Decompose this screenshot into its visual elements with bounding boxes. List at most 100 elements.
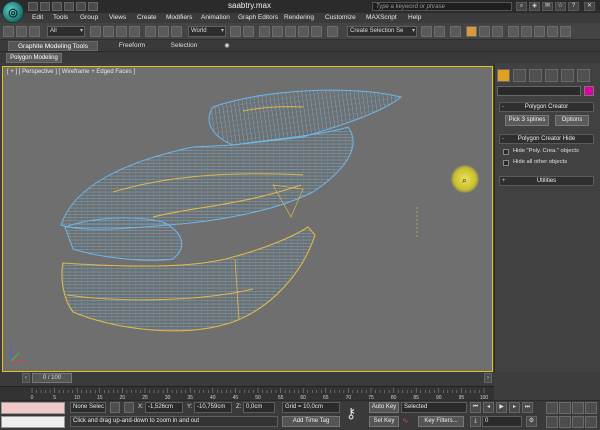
material-editor-icon[interactable] bbox=[508, 26, 519, 37]
render-setup-icon[interactable] bbox=[521, 26, 532, 37]
maxscript-listener-input[interactable] bbox=[1, 402, 65, 414]
previous-frame-icon[interactable]: ◂ bbox=[483, 402, 494, 413]
render-iterative-icon[interactable] bbox=[560, 26, 571, 37]
utilities-tab-icon[interactable] bbox=[577, 69, 590, 82]
field-of-view-icon[interactable] bbox=[546, 416, 558, 428]
open-file-icon[interactable] bbox=[40, 2, 50, 11]
menu-maxscript[interactable]: MAXScript bbox=[366, 13, 397, 23]
curve-editor-icon[interactable] bbox=[479, 26, 490, 37]
play-icon[interactable]: ▶ bbox=[496, 402, 507, 413]
modify-tab-icon[interactable] bbox=[513, 69, 526, 82]
pivot-center-icon[interactable] bbox=[230, 26, 241, 37]
menu-group[interactable]: Group bbox=[80, 13, 98, 23]
rectangular-selection-icon[interactable] bbox=[116, 26, 127, 37]
x-coordinate-field[interactable]: -1,526cm bbox=[145, 402, 183, 413]
spinner-snap-icon[interactable] bbox=[311, 26, 322, 37]
time-slider-thumb[interactable]: 0 / 100 bbox=[32, 373, 72, 383]
object-color-swatch[interactable] bbox=[584, 86, 594, 96]
reference-coordinate-dropdown[interactable]: World bbox=[188, 26, 226, 37]
add-time-tag-button[interactable]: Add Time Tag bbox=[282, 416, 340, 427]
key-mode-toggle-icon[interactable]: ⤓ bbox=[470, 416, 481, 427]
link-icon[interactable] bbox=[16, 26, 27, 37]
key-filters-button[interactable]: Key Filters... bbox=[418, 416, 464, 427]
next-frame-arrow-icon[interactable]: › bbox=[484, 373, 492, 383]
favorites-icon[interactable]: ☆ bbox=[555, 2, 566, 11]
tab-freeform[interactable]: Freeform bbox=[112, 41, 152, 51]
search-icon[interactable]: ⌕ bbox=[516, 2, 527, 11]
orbit-icon[interactable] bbox=[572, 416, 584, 428]
auto-key-button[interactable]: Auto Key bbox=[369, 402, 399, 413]
selection-filter-dropdown[interactable]: All bbox=[47, 26, 85, 37]
rollout-polygon-creator[interactable]: - Polygon Creator bbox=[499, 102, 594, 112]
new-file-icon[interactable] bbox=[28, 2, 38, 11]
viewport-label[interactable]: [ + ] [ Perspective ] [ Wireframe + Edge… bbox=[7, 69, 135, 75]
transform-mode-icon[interactable] bbox=[124, 402, 134, 413]
rollout-polygon-creator-hide[interactable]: - Polygon Creator Hide bbox=[499, 134, 594, 144]
percent-snap-icon[interactable] bbox=[298, 26, 309, 37]
move-icon[interactable] bbox=[145, 26, 156, 37]
subscription-icon[interactable]: ◈ bbox=[529, 2, 540, 11]
track-bar[interactable]: 0 5 10 15 20 25 30 35 40 45 50 55 60 65 70 75 80 85 90 95 10… bbox=[0, 386, 494, 401]
zoom-all-icon[interactable] bbox=[559, 402, 571, 414]
select-by-name-icon[interactable] bbox=[103, 26, 114, 37]
undo-tool-icon[interactable] bbox=[3, 26, 14, 37]
ribbon-options-icon[interactable]: ◉ bbox=[222, 41, 232, 51]
menu-create[interactable]: Create bbox=[137, 13, 157, 23]
named-selection-set-dropdown[interactable]: Create Selection Se bbox=[347, 26, 417, 37]
menu-graph-editors[interactable]: Graph Editors bbox=[238, 13, 278, 23]
set-key-button[interactable]: Set Key bbox=[369, 416, 399, 427]
z-coordinate-field[interactable]: 0,0cm bbox=[243, 402, 275, 413]
options-button[interactable]: Options bbox=[555, 115, 589, 126]
display-tab-icon[interactable] bbox=[561, 69, 574, 82]
snaps-toggle-icon[interactable] bbox=[272, 26, 283, 37]
align-icon[interactable] bbox=[434, 26, 445, 37]
tab-selection[interactable]: Selection bbox=[164, 41, 204, 51]
menu-tools[interactable]: Tools bbox=[53, 13, 68, 23]
pick-splines-button[interactable]: Pick 3 splines bbox=[505, 115, 549, 126]
lock-selection-icon[interactable] bbox=[110, 402, 120, 413]
mirror-icon[interactable] bbox=[421, 26, 432, 37]
tab-graphite-modeling-tools[interactable]: Graphite Modeling Tools bbox=[8, 41, 98, 51]
menu-animation[interactable]: Animation bbox=[201, 13, 230, 23]
zoom-extents-icon[interactable] bbox=[572, 402, 584, 414]
set-keys-key-icon[interactable]: ⚷ bbox=[346, 405, 364, 423]
object-name-input[interactable] bbox=[497, 86, 581, 96]
save-file-icon[interactable] bbox=[52, 2, 62, 11]
hide-all-other-checkbox[interactable] bbox=[503, 160, 509, 166]
select-manipulate-icon[interactable] bbox=[243, 26, 254, 37]
angle-snap-icon[interactable] bbox=[285, 26, 296, 37]
hierarchy-tab-icon[interactable] bbox=[529, 69, 542, 82]
prev-frame-arrow-icon[interactable]: ‹ bbox=[22, 373, 30, 383]
create-tab-icon[interactable] bbox=[497, 69, 510, 82]
key-mode-icon[interactable]: ∿ bbox=[402, 416, 414, 427]
graphite-toggle-icon[interactable] bbox=[466, 26, 477, 37]
close-icon[interactable]: ✕ bbox=[584, 2, 595, 11]
pan-icon[interactable] bbox=[559, 416, 571, 428]
current-frame-field[interactable]: 0 bbox=[482, 416, 522, 427]
hide-poly-crea-checkbox[interactable] bbox=[503, 149, 509, 155]
rotate-icon[interactable] bbox=[158, 26, 169, 37]
zoom-extents-all-icon[interactable] bbox=[585, 402, 597, 414]
menu-views[interactable]: Views bbox=[109, 13, 126, 23]
menu-rendering[interactable]: Rendering bbox=[284, 13, 314, 23]
schematic-view-icon[interactable] bbox=[492, 26, 503, 37]
maxscript-output[interactable] bbox=[1, 416, 65, 428]
menu-edit[interactable]: Edit bbox=[32, 13, 43, 23]
undo-icon[interactable] bbox=[64, 2, 74, 11]
time-config-icon[interactable]: ⚙ bbox=[526, 416, 537, 427]
unlink-icon[interactable] bbox=[29, 26, 40, 37]
app-logo-icon[interactable]: ◎ bbox=[2, 1, 24, 23]
communication-icon[interactable]: ✉ bbox=[542, 2, 553, 11]
keyboard-shortcut-icon[interactable] bbox=[259, 26, 270, 37]
y-coordinate-field[interactable]: -10,759cm bbox=[194, 402, 232, 413]
menu-modifiers[interactable]: Modifiers bbox=[166, 13, 192, 23]
edit-named-selection-icon[interactable] bbox=[327, 26, 338, 37]
scale-icon[interactable] bbox=[171, 26, 182, 37]
goto-start-icon[interactable]: ⏮ bbox=[470, 402, 481, 413]
render-production-icon[interactable] bbox=[547, 26, 558, 37]
rendered-frame-icon[interactable] bbox=[534, 26, 545, 37]
rollout-utilities[interactable]: + Utilities bbox=[499, 176, 594, 186]
goto-end-icon[interactable]: ⏭ bbox=[522, 402, 533, 413]
menu-customize[interactable]: Customize bbox=[325, 13, 356, 23]
project-folder-icon[interactable] bbox=[88, 2, 98, 11]
